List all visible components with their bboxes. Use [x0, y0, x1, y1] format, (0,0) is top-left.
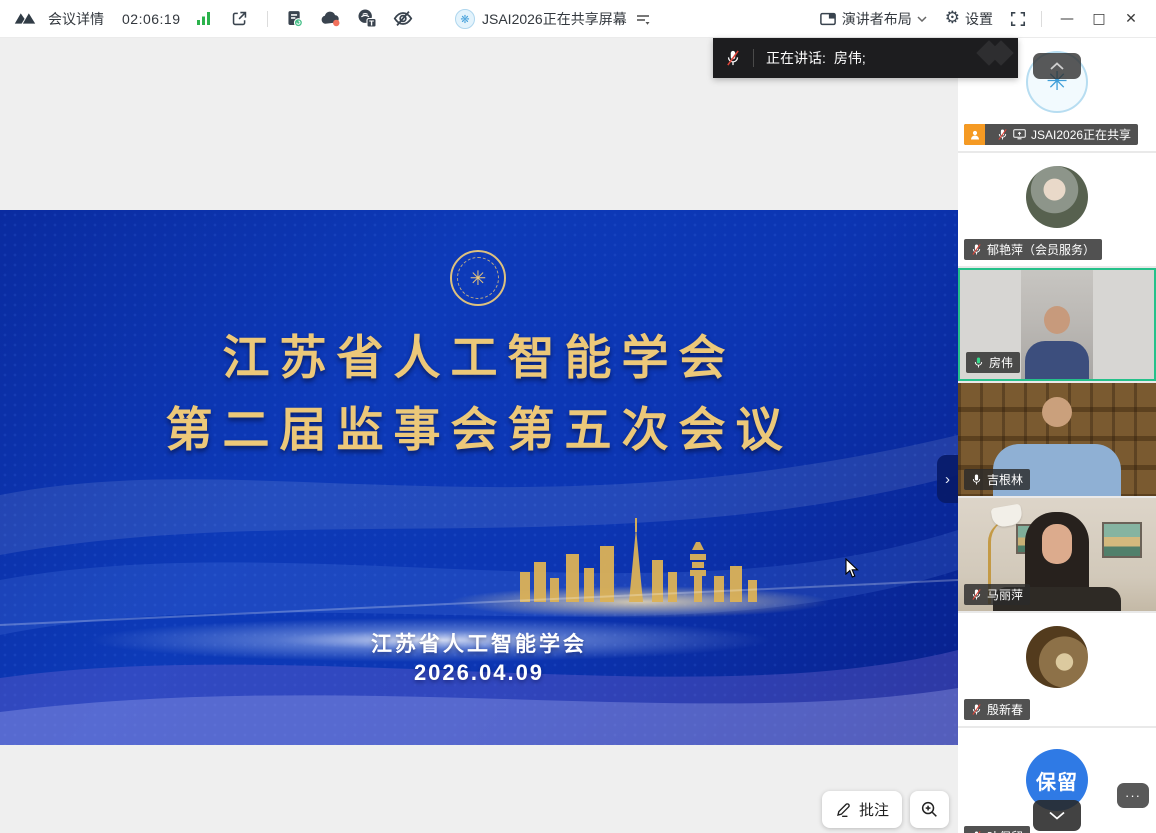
participant-tile-jigenlin[interactable]: 吉根林	[958, 383, 1156, 496]
participant-namebar: 郁艳萍（会员服务）	[964, 239, 1102, 260]
participant-tile-maliping[interactable]: 马丽萍	[958, 498, 1156, 611]
open-in-window-icon[interactable]	[227, 6, 253, 32]
sidebar-scroll-down-button[interactable]	[1033, 800, 1081, 831]
network-signal-icon[interactable]	[191, 6, 217, 32]
cloud-status-icon[interactable]	[318, 6, 344, 32]
participant-namebar: 殷新春	[964, 699, 1030, 720]
toast-divider	[753, 49, 754, 67]
participant-namebar: JSAI2026正在共享	[964, 124, 1138, 145]
society-emblem-icon: ✳	[450, 250, 506, 306]
zoom-in-icon	[920, 800, 939, 819]
layout-button-label: 演讲者布局	[842, 9, 912, 29]
slide-title-line2: 第二届监事会第五次会议	[0, 394, 958, 466]
annotate-button[interactable]: 批注	[822, 791, 902, 828]
caption-translate-icon[interactable]: T	[354, 6, 380, 32]
participant-name: 马丽萍	[987, 586, 1023, 603]
slide-footer-date: 2026.04.09	[0, 660, 958, 686]
sharer-avatar: ❋	[455, 9, 475, 29]
host-badge-icon	[964, 124, 985, 145]
mic-on-icon	[971, 473, 982, 486]
app-logo-icon	[12, 6, 38, 32]
participant-namebar: 叶保留	[964, 826, 1030, 833]
participant-namebar: 房伟	[966, 352, 1020, 373]
participant-tile-yinxinchun[interactable]: 殷新春	[958, 613, 1156, 726]
mic-muted-icon	[971, 243, 982, 256]
chevron-down-icon	[917, 16, 927, 22]
participant-name: 郁艳萍（会员服务）	[987, 241, 1095, 258]
sharing-banner: JSAI2026正在共享屏幕	[482, 9, 627, 29]
participant-avatar	[1026, 166, 1088, 228]
meeting-window: 会议详情 02:06:19 T ❋ JSAI2026正	[0, 0, 1156, 833]
annotate-label: 批注	[859, 799, 889, 820]
speaking-toast: 正在讲话: 房伟;	[713, 38, 1018, 78]
participant-name: 殷新春	[987, 701, 1023, 718]
svg-text:T: T	[369, 20, 374, 28]
mic-muted-icon	[997, 128, 1008, 141]
mic-muted-icon	[713, 49, 753, 67]
participant-name: JSAI2026正在共享	[1031, 126, 1131, 143]
fullscreen-icon[interactable]	[1005, 6, 1031, 32]
meeting-details-button[interactable]: 会议详情	[48, 9, 104, 29]
minimize-button[interactable]: —	[1052, 4, 1082, 34]
mouse-cursor	[845, 558, 860, 584]
mic-muted-icon	[971, 703, 982, 716]
participant-more-button[interactable]: ···	[1117, 783, 1149, 808]
titlebar-divider	[267, 11, 268, 27]
titlebar: 会议详情 02:06:19 T ❋ JSAI2026正	[0, 0, 1156, 38]
participant-name: 房伟	[989, 354, 1013, 371]
participant-tile-fangwei[interactable]: 房伟	[958, 268, 1156, 381]
share-detail-icon[interactable]	[634, 6, 652, 32]
screen-share-icon	[1013, 129, 1026, 140]
participant-name: 吉根林	[987, 471, 1023, 488]
gear-icon: ⚙	[945, 10, 960, 27]
layout-button[interactable]: 演讲者布局	[813, 5, 933, 33]
shared-screen-area: ✳ 江苏省人工智能学会 第二届监事会第五次会议 江苏省人工智能学会 2026.0…	[0, 38, 958, 833]
participant-name: 叶保留	[987, 828, 1023, 833]
titlebar-divider	[1041, 11, 1042, 27]
slide-title-line1: 江苏省人工智能学会	[0, 322, 958, 394]
settings-button[interactable]: ⚙ 设置	[939, 5, 999, 33]
zoom-button[interactable]	[910, 791, 949, 828]
participant-avatar	[1026, 626, 1088, 688]
slide-footer-org: 江苏省人工智能学会	[0, 628, 958, 658]
sidebar-collapse-up-button[interactable]	[1033, 53, 1081, 79]
layout-icon	[819, 11, 837, 27]
close-button[interactable]: ✕	[1116, 4, 1146, 34]
participant-namebar: 吉根林	[964, 469, 1030, 490]
participant-namebar: 马丽萍	[964, 584, 1030, 605]
participant-tile-yuyanping[interactable]: 郁艳萍（会员服务）	[958, 153, 1156, 266]
speaking-label: 正在讲话:	[766, 48, 826, 68]
watermark-logo-icon	[986, 44, 1010, 62]
sidebar-collapse-handle[interactable]: ›	[937, 455, 958, 503]
speaking-names: 房伟;	[834, 48, 866, 68]
settings-label: 设置	[965, 9, 993, 29]
maximize-button[interactable]: □	[1084, 4, 1114, 34]
meeting-timer: 02:06:19	[122, 11, 181, 27]
mic-muted-icon	[971, 588, 982, 601]
cloud-record-doc-icon[interactable]	[282, 6, 308, 32]
participants-sidebar: ✳ JSAI2026正在共享 郁艳萍（会员服务）	[958, 38, 1156, 833]
hide-view-icon[interactable]	[390, 6, 416, 32]
mic-active-icon	[973, 356, 984, 369]
presentation-slide: ✳ 江苏省人工智能学会 第二届监事会第五次会议 江苏省人工智能学会 2026.0…	[0, 210, 958, 745]
slide-title: 江苏省人工智能学会 第二届监事会第五次会议	[0, 322, 958, 466]
pen-icon	[835, 801, 852, 818]
